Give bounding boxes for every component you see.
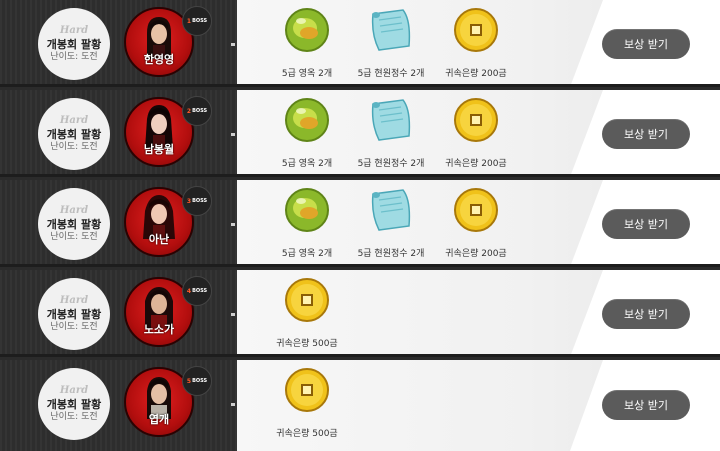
reward-item: 5급 현원정수 2개 — [348, 186, 434, 262]
row-divider — [0, 174, 720, 177]
reward-label: 5급 현원정수 2개 — [357, 69, 425, 79]
boss-number: 2 — [186, 107, 192, 115]
connector-dot — [231, 43, 235, 46]
reward-label: 귀속은량 200금 — [445, 159, 507, 169]
difficulty-script: Hard — [59, 25, 89, 36]
claim-reward-button[interactable]: 보상 받기 — [602, 390, 690, 420]
reward-item: 5급 영옥 2개 — [264, 186, 350, 262]
reward-item: 5급 영옥 2개 — [264, 6, 350, 82]
reward-item: 귀속은량 500금 — [264, 366, 350, 442]
reward-label: 5급 현원정수 2개 — [357, 249, 425, 259]
difficulty-script: Hard — [59, 115, 89, 126]
difficulty-name: 개봉회 팔황 — [46, 398, 102, 411]
claim-reward-button[interactable]: 보상 받기 — [602, 299, 690, 329]
difficulty-name: 개봉회 팔황 — [46, 38, 102, 51]
reward-label: 5급 영옥 2개 — [281, 159, 333, 169]
difficulty-badge: Hard 개봉회 팔황 난이도: 도전 — [38, 278, 110, 350]
gold-coin-icon — [454, 8, 498, 52]
difficulty-level: 난이도: 도전 — [50, 142, 98, 152]
difficulty-level: 난이도: 도전 — [50, 232, 98, 242]
connector-dot — [231, 133, 235, 136]
reward-row: Hard 개봉회 팔황 난이도: 도전 엽개 5 BOSS 귀속은량 500금 … — [0, 360, 720, 451]
reward-row: Hard 개봉회 팔황 난이도: 도전 노소가 4 BOSS 귀속은량 500금… — [0, 270, 720, 357]
reward-label: 귀속은량 500금 — [276, 429, 338, 439]
reward-item: 귀속은량 500금 — [264, 276, 350, 352]
boss-order-badge: 3 BOSS — [182, 186, 212, 216]
boss-order-badge: 4 BOSS — [182, 276, 212, 306]
boss-order-badge: 5 BOSS — [182, 366, 212, 396]
difficulty-level: 난이도: 도전 — [50, 412, 98, 422]
scroll-icon — [371, 99, 411, 141]
difficulty-badge: Hard 개봉회 팔황 난이도: 도전 — [38, 8, 110, 80]
gold-coin-icon — [285, 278, 329, 322]
reward-label: 귀속은량 500금 — [276, 339, 338, 349]
scroll-icon — [371, 9, 411, 51]
boss-tag: BOSS — [192, 18, 208, 24]
boss-tag: BOSS — [192, 198, 208, 204]
reward-item: 5급 현원정수 2개 — [348, 96, 434, 172]
difficulty-badge: Hard 개봉회 팔황 난이도: 도전 — [38, 188, 110, 260]
reward-row: Hard 개봉회 팔황 난이도: 도전 아난 3 BOSS 5급 영옥 2개 5… — [0, 180, 720, 267]
reward-label: 귀속은량 200금 — [445, 249, 507, 259]
row-divider — [0, 264, 720, 267]
boss-tag: BOSS — [192, 378, 208, 384]
difficulty-name: 개봉회 팔황 — [46, 308, 102, 321]
gold-coin-icon — [285, 368, 329, 412]
boss-name: 아난 — [148, 233, 170, 246]
boss-name: 남봉월 — [143, 143, 175, 156]
claim-reward-button[interactable]: 보상 받기 — [602, 29, 690, 59]
claim-reward-button[interactable]: 보상 받기 — [602, 209, 690, 239]
boss-name: 엽개 — [148, 413, 170, 426]
row-divider — [0, 84, 720, 87]
reward-row: Hard 개봉회 팔황 난이도: 도전 남봉월 2 BOSS 5급 영옥 2개 … — [0, 90, 720, 177]
difficulty-name: 개봉회 팔황 — [46, 128, 102, 141]
difficulty-script: Hard — [59, 385, 89, 396]
claim-reward-button[interactable]: 보상 받기 — [602, 119, 690, 149]
difficulty-script: Hard — [59, 205, 89, 216]
reward-row: Hard 개봉회 팔황 난이도: 도전 한영영 1 BOSS 5급 영옥 2개 … — [0, 0, 720, 87]
connector-dot — [231, 403, 235, 406]
reward-item: 5급 현원정수 2개 — [348, 6, 434, 82]
boss-tag: BOSS — [192, 288, 208, 294]
difficulty-name: 개봉회 팔황 — [46, 218, 102, 231]
boss-name: 한영영 — [143, 53, 175, 66]
boss-number: 4 — [186, 287, 192, 295]
difficulty-badge: Hard 개봉회 팔황 난이도: 도전 — [38, 98, 110, 170]
connector-dot — [231, 313, 235, 316]
boss-reward-list: Hard 개봉회 팔황 난이도: 도전 한영영 1 BOSS 5급 영옥 2개 … — [0, 0, 720, 451]
scroll-icon — [371, 189, 411, 231]
gold-coin-icon — [454, 188, 498, 232]
boss-number: 1 — [186, 17, 192, 25]
reward-label: 5급 현원정수 2개 — [357, 159, 425, 169]
reward-item: 5급 영옥 2개 — [264, 96, 350, 172]
connector-dot — [231, 223, 235, 226]
reward-item: 귀속은량 200금 — [433, 96, 519, 172]
row-divider — [0, 354, 720, 357]
boss-number: 3 — [186, 197, 192, 205]
reward-label: 5급 영옥 2개 — [281, 249, 333, 259]
difficulty-level: 난이도: 도전 — [50, 52, 98, 62]
difficulty-level: 난이도: 도전 — [50, 322, 98, 332]
reward-item: 귀속은량 200금 — [433, 186, 519, 262]
boss-order-badge: 2 BOSS — [182, 96, 212, 126]
jade-orb-icon — [285, 188, 329, 232]
reward-label: 귀속은량 200금 — [445, 69, 507, 79]
reward-item: 귀속은량 200금 — [433, 6, 519, 82]
boss-tag: BOSS — [192, 108, 208, 114]
jade-orb-icon — [285, 8, 329, 52]
boss-name: 노소가 — [143, 323, 175, 336]
reward-label: 5급 영옥 2개 — [281, 69, 333, 79]
boss-order-badge: 1 BOSS — [182, 6, 212, 36]
jade-orb-icon — [285, 98, 329, 142]
boss-number: 5 — [186, 377, 192, 385]
difficulty-badge: Hard 개봉회 팔황 난이도: 도전 — [38, 368, 110, 440]
difficulty-script: Hard — [59, 295, 89, 306]
gold-coin-icon — [454, 98, 498, 142]
